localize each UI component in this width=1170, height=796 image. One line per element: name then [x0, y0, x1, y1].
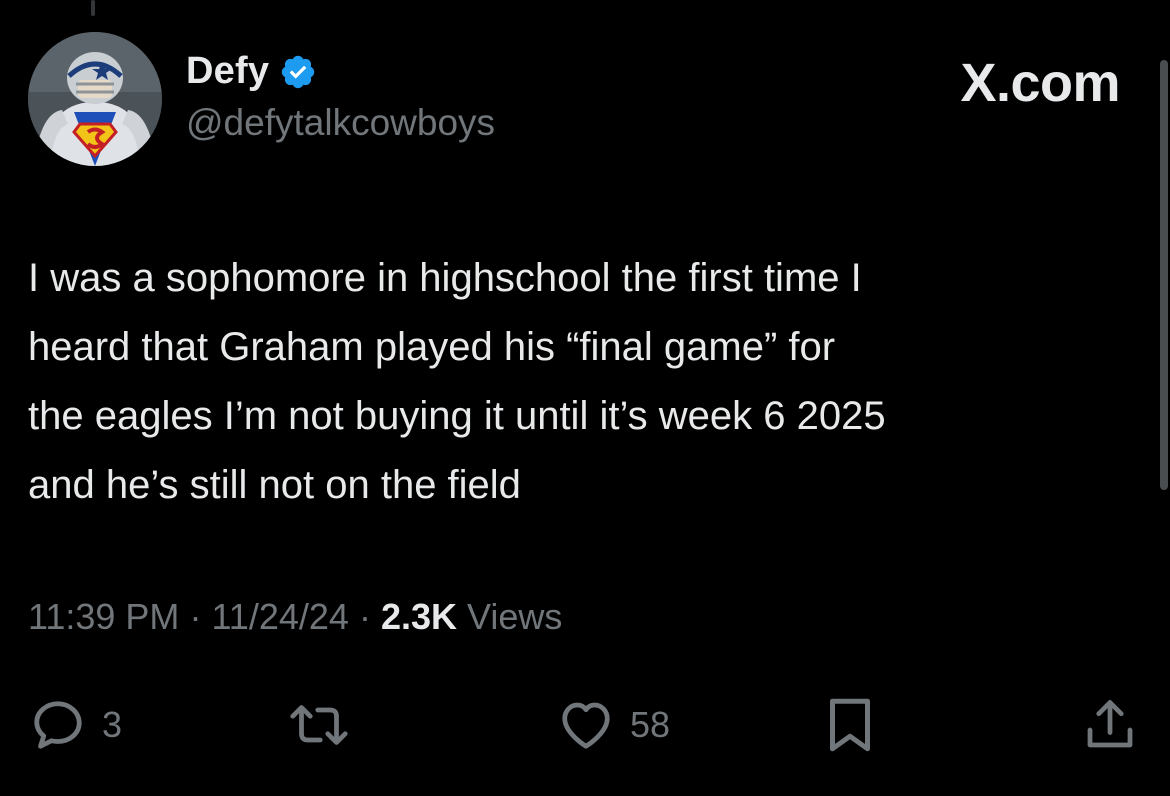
- author-handle[interactable]: @defytalkcowboys: [186, 102, 495, 144]
- reply-icon: [34, 701, 82, 749]
- scrollbar[interactable]: [1160, 60, 1168, 490]
- like-button[interactable]: 58: [556, 690, 670, 760]
- reply-button[interactable]: 3: [28, 690, 122, 760]
- meta-separator: ·: [358, 596, 371, 637]
- tweet-text: I was a sophomore in highschool the firs…: [28, 256, 886, 507]
- views-count: 2.3K: [380, 596, 457, 637]
- like-count: 58: [630, 704, 671, 745]
- verified-badge-icon: [279, 53, 317, 91]
- reply-count: 3: [102, 704, 123, 745]
- views-label: Views: [467, 596, 563, 637]
- site-logo-label: X.com: [960, 53, 1120, 113]
- tweet-date[interactable]: 11/24/24: [211, 596, 348, 637]
- retweet-icon: [290, 705, 348, 745]
- avatar-image: [28, 32, 162, 166]
- meta-separator: ·: [189, 596, 202, 637]
- tweet-action-bar: 3 58: [0, 690, 1170, 760]
- heart-icon: [562, 702, 610, 749]
- author-name-row: Defy: [186, 50, 317, 93]
- display-name[interactable]: Defy: [186, 50, 269, 93]
- thread-connector-line: [91, 0, 95, 16]
- share-icon: [1087, 700, 1133, 748]
- share-button[interactable]: [1080, 690, 1140, 760]
- avatar[interactable]: [28, 32, 162, 166]
- bookmark-button[interactable]: [822, 690, 878, 760]
- retweet-button[interactable]: [286, 690, 366, 760]
- tweet-time[interactable]: 11:39 PM: [28, 596, 179, 637]
- bookmark-icon: [830, 698, 870, 752]
- tweet-meta: 11:39 PM · 11/24/24 · 2.3K Views: [28, 596, 562, 638]
